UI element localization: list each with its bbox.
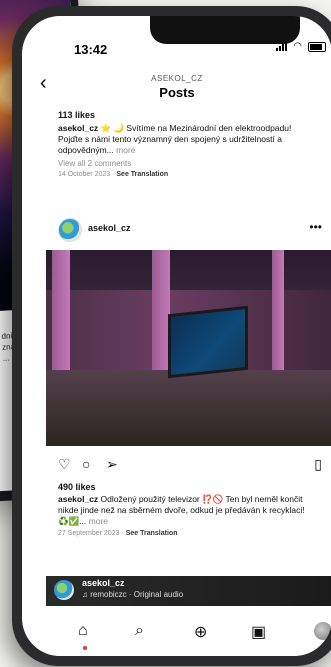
more-options-icon[interactable]: ••• — [309, 220, 322, 234]
post2-see-translation[interactable]: See Translation — [126, 530, 178, 537]
post2-username[interactable]: asekol_cz — [88, 223, 131, 233]
post2-header: asekol_cz ••• — [58, 218, 328, 242]
next-post-username[interactable]: asekol_cz — [82, 578, 125, 588]
next-post-avatar[interactable] — [54, 580, 74, 600]
like-icon[interactable]: ♡ — [58, 456, 71, 473]
post1-date: 14 October 2023 — [58, 171, 111, 178]
comment-icon[interactable]: ○ — [82, 456, 90, 472]
bottom-nav: ⌂ ⌕ ⊕ ▣ — [46, 610, 331, 656]
share-icon[interactable]: ➢ — [106, 456, 118, 473]
battery-icon — [308, 41, 326, 52]
post2-date: 27 September 2023 — [58, 530, 120, 537]
create-icon[interactable]: ⊕ — [194, 622, 207, 642]
reels-icon[interactable]: ▣ — [251, 622, 266, 642]
phone-screen: 13:42 ◠ ‹ ASEKOL_CZ Posts 113 likes asek… — [22, 16, 331, 656]
home-icon[interactable]: ⌂ — [78, 622, 88, 640]
page-title: Posts — [159, 85, 195, 100]
post2-image-television — [168, 305, 248, 379]
post2-image[interactable] — [46, 250, 331, 446]
post1-comments[interactable]: View all 2 comments — [58, 159, 318, 168]
save-icon[interactable]: ▯ — [314, 456, 322, 473]
post2-caption-user[interactable]: asekol_cz — [58, 494, 98, 504]
home-active-dot — [83, 646, 87, 650]
post2-caption: asekol_cz Odložený použitý televizor ⁉️🚫… — [58, 494, 318, 527]
profile-avatar[interactable] — [314, 622, 331, 640]
account-name: ASEKOL_CZ — [151, 74, 203, 83]
status-time: 13:42 — [74, 42, 108, 57]
post2-date-row: 27 September 2023 · See Translation — [58, 530, 178, 537]
post2-likes[interactable]: 490 likes — [58, 482, 318, 492]
post2-image-floor — [46, 370, 331, 446]
post1-caption: asekol_cz ⭐ 🌙 Svítíme na Mezinárodní den… — [58, 123, 318, 156]
post1-likes[interactable]: 113 likes — [58, 110, 318, 120]
post1-caption-user[interactable]: asekol_cz — [58, 123, 98, 133]
post1-more[interactable]: more — [116, 145, 135, 155]
post2-avatar[interactable] — [58, 218, 82, 242]
status-icons: ◠ — [276, 41, 326, 52]
signal-icon — [276, 42, 288, 51]
notch — [150, 16, 300, 44]
post2-actions: ♡ ○ ➢ ▯ — [58, 456, 328, 476]
post1-see-translation[interactable]: See Translation — [116, 171, 168, 178]
next-post-preview[interactable]: asekol_cz ♫ remobiczc · Original audio — [46, 576, 331, 606]
search-icon[interactable]: ⌕ — [135, 622, 144, 640]
post2-more[interactable]: more — [89, 516, 108, 526]
next-post-audio[interactable]: ♫ remobiczc · Original audio — [82, 590, 183, 599]
wifi-icon: ◠ — [293, 41, 302, 52]
post2-details: 490 likes asekol_cz Odložený použitý tel… — [58, 482, 318, 537]
post1-details: 113 likes asekol_cz ⭐ 🌙 Svítíme na Mezin… — [58, 110, 318, 178]
post1-date-row: 14 October 2023 · See Translation — [58, 171, 169, 178]
phone-frame: 13:42 ◠ ‹ ASEKOL_CZ Posts 113 likes asek… — [12, 6, 331, 666]
